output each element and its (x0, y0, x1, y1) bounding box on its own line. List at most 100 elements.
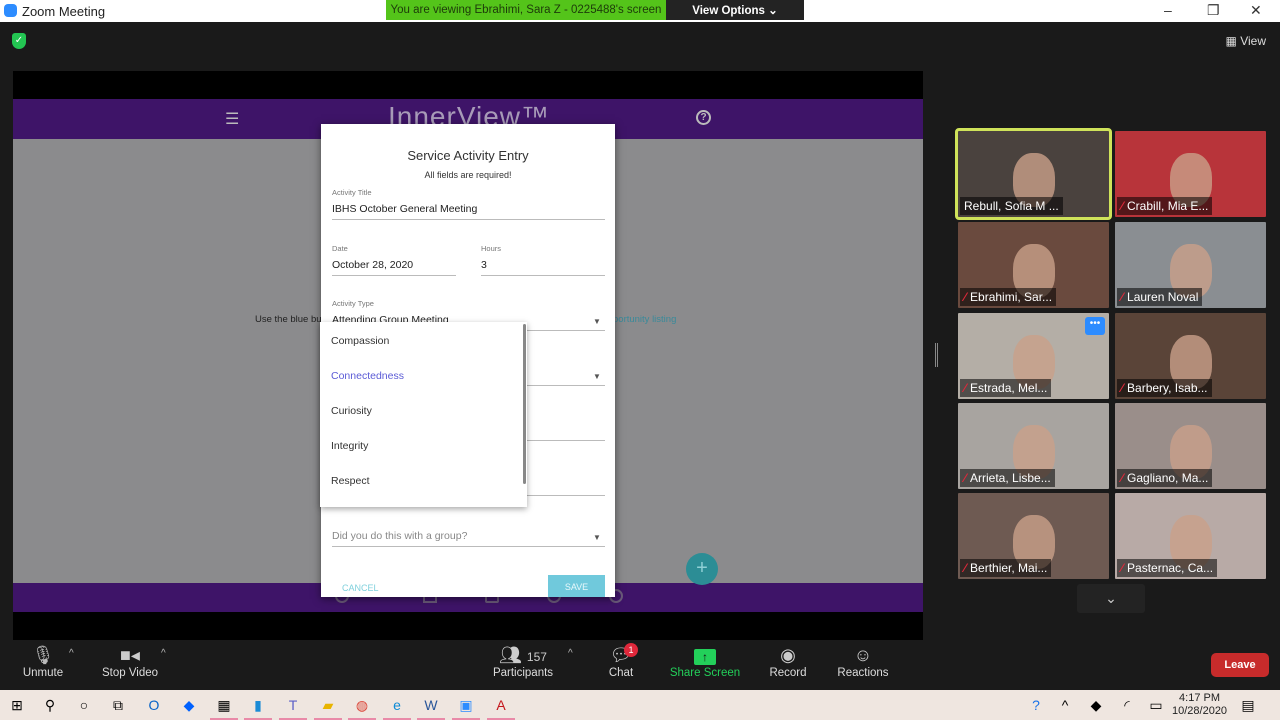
share-screen-button[interactable]: ↑ Share Screen (668, 645, 742, 679)
reactions-smiley-icon: ☺ (853, 645, 873, 665)
leave-button[interactable]: Leave (1211, 653, 1269, 677)
clock[interactable]: 4:17 PM 10/28/2020 (1172, 692, 1227, 718)
calculator-icon[interactable]: ▦ (210, 695, 238, 720)
video-tile[interactable]: ⁄ Berthier, Mai... (958, 493, 1109, 579)
resize-handle[interactable] (935, 343, 938, 367)
group-select[interactable]: Did you do this with a group? (332, 530, 467, 542)
option-respect[interactable]: Respect (331, 475, 370, 487)
minimize-icon[interactable]: – (1164, 2, 1172, 18)
zoom-logo-icon (4, 4, 17, 17)
muted-mic-icon: ⁄ (964, 381, 967, 395)
hours-label: Hours (481, 244, 502, 253)
close-icon[interactable]: ✕ (1250, 2, 1262, 19)
dropdown-caret-icon[interactable]: ▼ (593, 372, 601, 381)
video-tile[interactable]: ⁄ Gagliano, Ma... (1115, 403, 1266, 489)
reactions-button[interactable]: ☺ Reactions (836, 645, 890, 679)
video-tile[interactable]: ••• ⁄ Estrada, Mel... (958, 313, 1109, 399)
windows-start-icon[interactable]: ⊞ (7, 695, 27, 715)
window-title: Zoom Meeting (22, 4, 106, 19)
windows-taskbar: ⊞ ⚲ ○ ⧉ O ◆ ▦ ▮ T ▰ ◍ e W ▣ A ? ^ ◆ ◜ ▭ … (0, 690, 1280, 720)
record-icon: ◉ (780, 645, 796, 665)
view-options-button[interactable]: View Options ⌄ (666, 0, 804, 20)
video-tile[interactable]: ⁄ Barbery, Isab... (1115, 313, 1266, 399)
video-tile[interactable]: ⁄ Pasternac, Ca... (1115, 493, 1266, 579)
dropbox-icon[interactable]: ◆ (179, 695, 199, 715)
muted-mic-icon: 🎙︎ (31, 645, 55, 665)
participant-name: ⁄ Estrada, Mel... (960, 379, 1052, 397)
divider (332, 275, 456, 276)
chrome-icon[interactable]: ◍ (348, 695, 376, 720)
zoom-taskbar-icon[interactable]: ▣ (452, 695, 480, 720)
notes-app-icon[interactable]: ▮ (244, 695, 272, 720)
add-button[interactable]: + (686, 553, 718, 585)
outlook-icon[interactable]: O (144, 695, 164, 715)
record-button[interactable]: ◉ Record (768, 645, 808, 679)
participant-name: ⁄ Pasternac, Ca... (1117, 559, 1218, 577)
word-icon[interactable]: W (417, 695, 445, 720)
video-options-chevron-icon[interactable]: ^ (161, 648, 166, 659)
video-tile[interactable]: ⁄ Lauren Noval (1115, 222, 1266, 308)
participant-name: ⁄ Berthier, Mai... (960, 559, 1052, 577)
chat-badge: 1 (624, 643, 638, 657)
cancel-button[interactable]: CANCEL (342, 583, 379, 593)
battery-icon[interactable]: ▭ (1146, 695, 1166, 715)
file-explorer-icon[interactable]: ▰ (314, 695, 342, 720)
muted-mic-icon: ⁄ (964, 290, 967, 304)
participant-name: ⁄ Arrieta, Lisbe... (960, 469, 1055, 487)
participants-icon: 👥︎ 157 (499, 645, 547, 665)
activity-title-label: Activity Title (332, 188, 372, 197)
notifications-icon[interactable]: ▤ (1238, 695, 1258, 715)
option-compassion[interactable]: Compassion (331, 335, 389, 347)
cortana-icon[interactable]: ○ (74, 695, 94, 715)
dropdown-caret-icon[interactable]: ▼ (593, 317, 601, 326)
stop-video-button[interactable]: ■◂ Stop Video (98, 645, 162, 679)
video-tile[interactable]: ⁄ Crabill, Mia E... (1115, 131, 1266, 217)
title-bar: Zoom Meeting You are viewing Ebrahimi, S… (0, 0, 1280, 22)
divider (481, 275, 605, 276)
security-shield-icon[interactable]: ✓ (12, 33, 26, 49)
hours-input[interactable]: 3 (481, 259, 487, 271)
help-icon[interactable]: ? (696, 110, 711, 125)
muted-mic-icon: ⁄ (1121, 381, 1124, 395)
dropbox-tray-icon[interactable]: ◆ (1086, 695, 1106, 715)
next-page-chevron-down-icon[interactable]: ⌄ (1077, 584, 1145, 613)
share-screen-icon: ↑ (668, 645, 742, 667)
video-tile[interactable]: ⁄ Ebrahimi, Sar... (958, 222, 1109, 308)
participant-name: ⁄ Lauren Noval (1117, 288, 1203, 306)
video-tile[interactable]: Rebull, Sofia M ... (955, 128, 1112, 220)
muted-mic-icon: ⁄ (1121, 199, 1124, 213)
dropdown-menu: Compassion Connectedness Curiosity Integ… (320, 322, 527, 507)
muted-mic-icon: ⁄ (1121, 290, 1124, 304)
save-button[interactable]: SAVE (548, 575, 605, 597)
participant-name: ⁄ Barbery, Isab... (1117, 379, 1212, 397)
teams-icon[interactable]: T (279, 695, 307, 720)
edge-icon[interactable]: e (383, 695, 411, 720)
participants-chevron-icon[interactable]: ^ (568, 648, 573, 659)
dropdown-caret-icon[interactable]: ▼ (593, 533, 601, 542)
acrobat-icon[interactable]: A (487, 695, 515, 720)
dialog-subtitle: All fields are required! (424, 170, 512, 180)
audio-options-chevron-icon[interactable]: ^ (69, 648, 74, 659)
view-button[interactable]: ▦ View (1226, 34, 1266, 48)
option-curiosity[interactable]: Curiosity (331, 405, 372, 417)
restore-icon[interactable]: ❐ (1207, 2, 1220, 19)
wifi-icon[interactable]: ◜ (1117, 695, 1137, 715)
participants-button[interactable]: 👥︎ 157 Participants (490, 645, 556, 679)
muted-mic-icon: ⁄ (1121, 471, 1124, 485)
search-icon[interactable]: ⚲ (40, 695, 60, 715)
date-input[interactable]: October 28, 2020 (332, 259, 413, 271)
option-connectedness[interactable]: Connectedness (331, 370, 404, 382)
divider (332, 546, 605, 547)
unmute-button[interactable]: 🎙︎ Unmute (20, 645, 66, 679)
option-integrity[interactable]: Integrity (331, 440, 368, 452)
task-view-icon[interactable]: ⧉ (108, 695, 128, 715)
viewing-text: You are viewing Ebrahimi, Sara Z - 02254… (386, 0, 666, 20)
activity-title-input[interactable]: IBHS October General Meeting (332, 203, 477, 215)
more-options-button[interactable]: ••• (1085, 317, 1105, 335)
help-tray-icon[interactable]: ? (1026, 695, 1046, 715)
scrollbar[interactable] (523, 324, 526, 484)
opportunity-link[interactable]: portunity listing (613, 314, 676, 325)
show-hidden-icons-chevron-icon[interactable]: ^ (1055, 695, 1075, 715)
video-tile[interactable]: ⁄ Arrieta, Lisbe... (958, 403, 1109, 489)
menu-icon[interactable]: ☰ (225, 109, 239, 129)
